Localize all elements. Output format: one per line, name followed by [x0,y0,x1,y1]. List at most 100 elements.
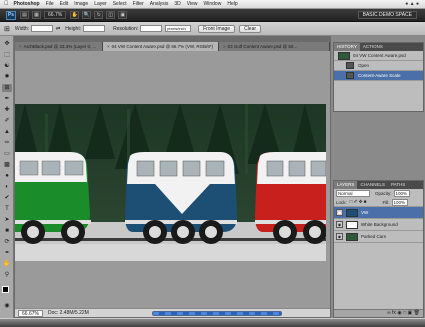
menu-select[interactable]: Select [113,1,127,7]
zoom-tool-icon[interactable]: 🔍 [82,11,92,19]
zoom-tool-panel-icon[interactable]: ⚲ [2,271,12,279]
menu-help[interactable]: Help [227,1,237,7]
arrange-documents-icon[interactable]: ◫ [106,11,116,19]
link-layers-icon[interactable]: ∞ [387,310,391,316]
pen-tool-icon[interactable]: ✔ [2,194,12,202]
delete-layer-icon[interactable]: 🗑 [414,310,420,316]
visibility-eye-icon[interactable]: ◉ [336,233,343,240]
hand-tool-panel-icon[interactable]: ✋ [2,260,12,268]
close-icon[interactable]: × [19,44,22,49]
swap-dimensions-icon[interactable]: ⇄ [56,26,60,32]
status-zoom-field[interactable]: 66.67% [18,309,43,317]
clear-button[interactable]: Clear [239,24,262,33]
menu-file[interactable]: File [46,1,54,7]
menu-3d[interactable]: 3D [174,1,180,7]
add-mask-icon[interactable]: ◉ [397,310,401,316]
tab-vw-content-aware[interactable]: × 04 VW Content Aware.psd @ 66.7% (VW, RG… [103,42,219,51]
tab-archblack[interactable]: × ArchBlack.psd @ 33.3% (Layer 0, ... [15,42,103,51]
width-field[interactable] [31,25,54,32]
options-bar: ⊞ Width: ⇄ Height: Resolution: pixels/in… [0,22,425,36]
rotate-view-icon[interactable]: ↻ [94,11,104,19]
new-group-icon[interactable]: □ [403,310,406,316]
history-item-open[interactable]: Open [334,61,423,71]
history-panel-tabs: HISTORY ACTIONS [334,43,423,51]
layer-name: VW [361,210,369,215]
foreground-color-swatch[interactable] [2,286,9,293]
eyedropper-tool-icon[interactable]: ✒ [2,95,12,103]
fill-field[interactable]: 100% [391,198,408,206]
resolution-field[interactable] [140,25,163,32]
menu-window[interactable]: Window [204,1,222,7]
type-tool-icon[interactable]: T [2,205,12,213]
lock-row: Lock: □ ✐ ✥ ■ Fill: 100% [334,198,423,207]
height-label: Height: [65,25,82,32]
history-item-content-aware-scale[interactable]: Content-Aware Scale [334,71,423,81]
tools-panel: ✥ ⬚ ☯ ✸ ⊞ ✒ ✚ ✐ ▲ ✑ ▭ ▩ ● ◐ ✔ T ➤ ■ ⟳ ⚭ … [0,36,14,318]
quick-mask-icon[interactable]: ◉ [2,302,12,310]
snapshot-label: 04 VW Content Aware.psd [353,53,406,58]
document-image-vw-buses[interactable] [15,104,326,261]
menu-analysis[interactable]: Analysis [150,1,169,7]
height-field[interactable] [83,25,106,32]
crop-tool-icon[interactable]: ⊞ [2,84,12,92]
path-selection-tool-icon[interactable]: ➤ [2,216,12,224]
status-icons: ● ▲ ● [405,1,419,7]
menu-layer[interactable]: Layer [94,1,107,7]
quick-selection-tool-icon[interactable]: ✸ [2,73,12,81]
layer-row-vw[interactable]: ◉ VW [334,207,423,219]
move-tool-icon[interactable]: ✥ [2,40,12,48]
dodge-tool-icon[interactable]: ◐ [2,183,12,191]
tab-layers[interactable]: LAYERS [334,181,358,189]
healing-brush-tool-icon[interactable]: ✚ [2,106,12,114]
lasso-tool-icon[interactable]: ☯ [2,62,12,70]
history-state-icon [346,72,354,79]
history-brush-tool-icon[interactable]: ✑ [2,139,12,147]
visibility-eye-icon[interactable]: ◉ [336,221,343,228]
layer-thumbnail [346,220,358,229]
workspace-switcher[interactable]: BASIC DEMO SPACE [357,11,417,19]
eraser-tool-icon[interactable]: ▭ [2,150,12,158]
resolution-units-select[interactable]: pixels/inch [165,25,192,32]
screen-mode-icon[interactable]: ▣ [118,11,128,19]
new-layer-icon[interactable]: ▣ [408,310,413,316]
menu-edit[interactable]: Edit [60,1,69,7]
clone-stamp-tool-icon[interactable]: ▲ [2,128,12,136]
history-panel: HISTORY ACTIONS 04 VW Content Aware.psd … [333,42,424,112]
3d-rotate-tool-icon[interactable]: ⟳ [2,238,12,246]
close-icon[interactable]: × [107,44,110,49]
tab-channels[interactable]: CHANNELS [357,181,388,189]
menu-image[interactable]: Image [74,1,88,7]
blur-tool-icon[interactable]: ● [2,172,12,180]
tab-actions[interactable]: ACTIONS [360,43,386,51]
front-image-button[interactable]: Front Image [198,24,236,33]
marquee-tool-icon[interactable]: ⬚ [2,51,12,59]
crop-tool-preset-icon[interactable]: ⊞ [4,25,10,33]
close-icon[interactable]: × [223,44,226,49]
bridge-icon[interactable]: ▤ [20,11,29,19]
shape-tool-icon[interactable]: ■ [2,227,12,235]
blend-mode-select[interactable]: Normal [336,190,370,197]
guides-icon[interactable]: ▦ [32,11,41,19]
tab-history[interactable]: HISTORY [334,43,360,51]
brush-tool-icon[interactable]: ✐ [2,117,12,125]
menu-app-name[interactable]: Photoshop [14,1,40,7]
apple-icon[interactable]:  [4,1,9,7]
layer-row-parked-cars[interactable]: ◉ Parked Cars [334,231,423,243]
mac-dock [0,318,425,327]
history-snapshot[interactable]: 04 VW Content Aware.psd [334,51,423,61]
menu-filter[interactable]: Filter [133,1,144,7]
menu-view[interactable]: View [187,1,198,7]
gradient-tool-icon[interactable]: ▩ [2,161,12,169]
opacity-field[interactable]: 100% [393,190,410,197]
lock-icon[interactable]: □ ✐ ✥ ■ [350,199,367,205]
fill-label: Fill: [382,199,390,205]
zoom-level-select[interactable]: 66.7% [44,11,67,19]
tab-golf-content-aware[interactable]: × 03 Golf Content Aware.psd @ 50... [219,42,330,51]
status-doc-size[interactable]: Doc: 2.48M/5.22M [48,310,89,316]
visibility-eye-icon[interactable]: ◉ [336,209,343,216]
add-style-icon[interactable]: fx [392,310,396,316]
hand-tool-icon[interactable]: ✋ [70,11,80,19]
layer-row-white-background[interactable]: ◉ White Background [334,219,423,231]
3d-orbit-tool-icon[interactable]: ⚭ [2,249,12,257]
tab-paths[interactable]: PATHS [388,181,408,189]
